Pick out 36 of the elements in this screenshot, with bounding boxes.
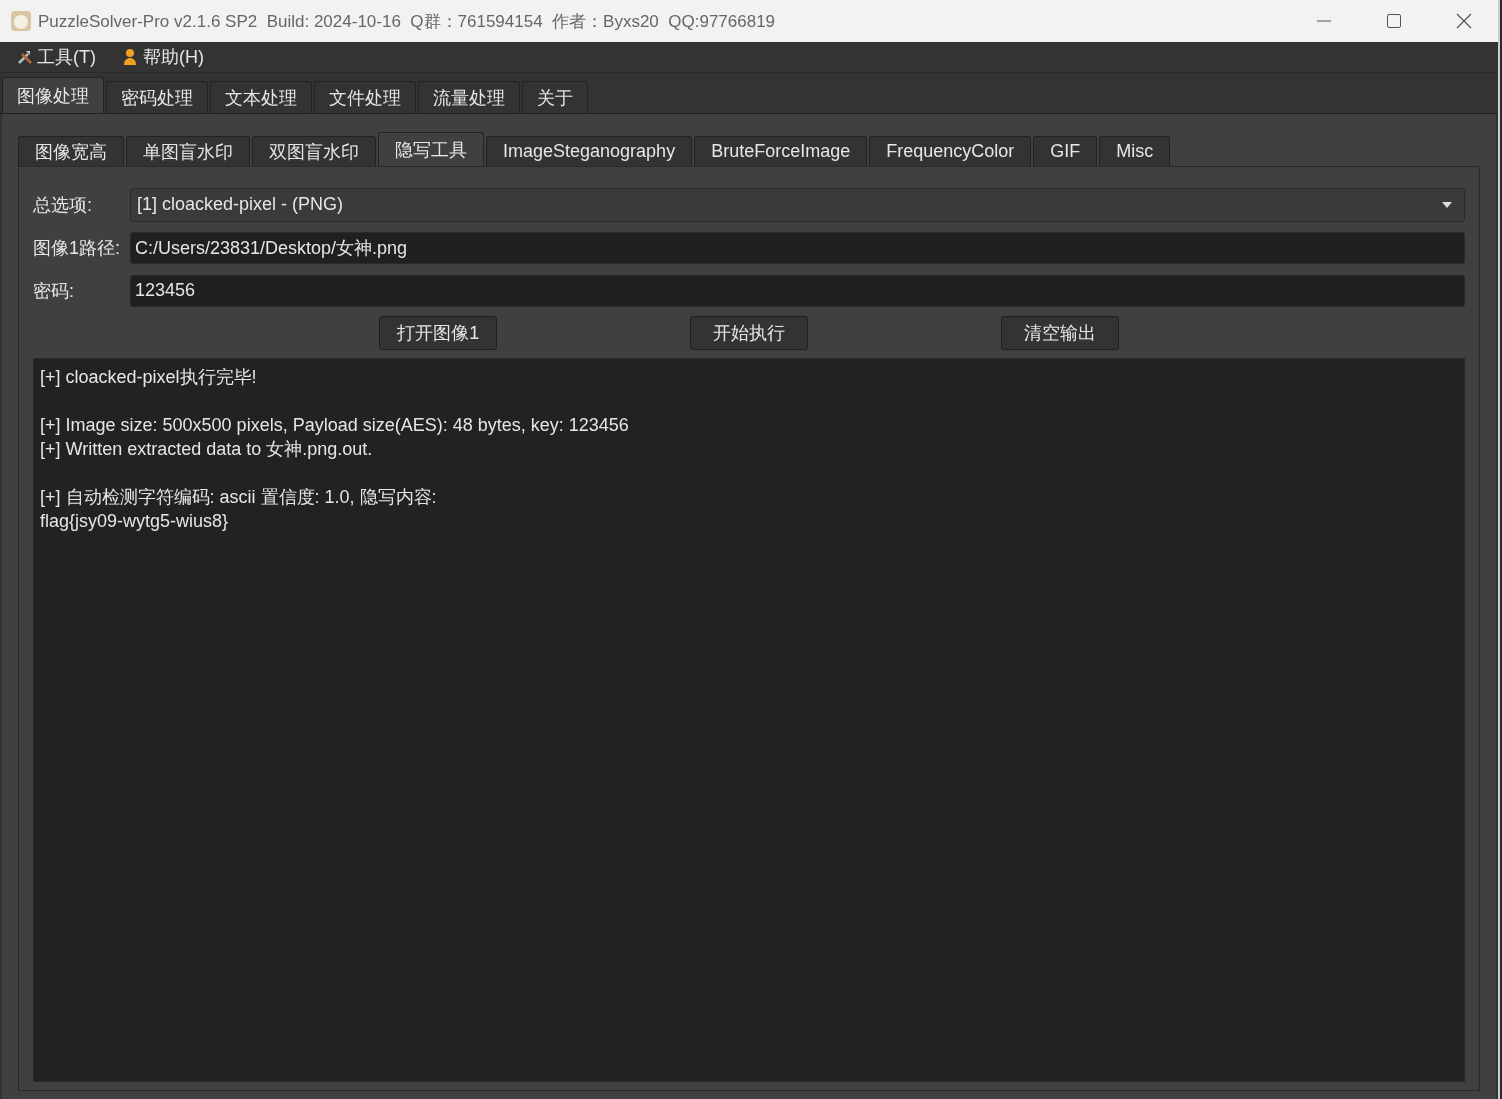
tab[interactable]: BruteForceImage bbox=[694, 136, 868, 166]
tools-icon bbox=[16, 48, 34, 66]
output-line: [+] Image size: 500x500 pixels, Payload size(AES): 48 bytes, key: 123456 bbox=[40, 414, 630, 437]
tab[interactable]: 文本处理 bbox=[210, 81, 312, 113]
tab[interactable]: 图像处理 bbox=[2, 77, 104, 113]
tab[interactable]: 流量处理 bbox=[418, 81, 520, 113]
tab[interactable]: 关于 bbox=[522, 81, 588, 113]
output-line: flag{jsy09-wytg5-wius8} bbox=[40, 510, 230, 533]
output-line: [+] 自动检测字符编码: ascii 置信度: 1.0, 隐写内容: bbox=[40, 486, 438, 509]
output-line: [+] Written extracted data to 女神.png.out. bbox=[40, 438, 374, 461]
tab[interactable]: GIF bbox=[1033, 136, 1098, 166]
tab[interactable]: 单图盲水印 bbox=[126, 136, 250, 166]
menu-item[interactable]: 帮助(H) bbox=[120, 45, 206, 69]
tab[interactable]: ImageSteganography bbox=[486, 136, 693, 166]
tab[interactable]: 密码处理 bbox=[106, 81, 208, 113]
window-title: PuzzleSolver-Pro v2.1.6 SP2 Build: 2024-10-16 Q群：761594154 作者：Byxs20 QQ:97766819 bbox=[38, 10, 776, 33]
tab[interactable]: FrequencyColor bbox=[869, 136, 1032, 166]
tab[interactable]: Misc bbox=[1099, 136, 1171, 166]
dropdown[interactable]: [1] cloacked-pixel - (PNG) bbox=[130, 187, 1465, 222]
tab[interactable]: 隐写工具 bbox=[378, 132, 484, 166]
output-line: [+] cloacked-pixel执行完毕! bbox=[40, 366, 258, 389]
field-label: 密码: bbox=[33, 279, 75, 303]
tab[interactable]: 双图盲水印 bbox=[252, 136, 376, 166]
field-label: 总选项: bbox=[33, 193, 93, 217]
menu-item[interactable]: 工具(T) bbox=[14, 45, 98, 69]
action-button[interactable]: 开始执行 bbox=[690, 316, 808, 350]
action-button[interactable]: 清空输出 bbox=[1000, 316, 1119, 350]
close-icon[interactable] bbox=[1456, 13, 1472, 29]
caret-icon bbox=[1442, 201, 1452, 208]
input-field[interactable]: C:/Users/23831/Desktop/女神.png bbox=[130, 231, 1465, 264]
field-label: 图像1路径: bbox=[33, 236, 121, 260]
tab[interactable]: 文件处理 bbox=[314, 81, 416, 113]
input-field[interactable]: 123456 bbox=[130, 274, 1465, 307]
tab[interactable]: 图像宽高 bbox=[18, 136, 124, 166]
maximize-icon[interactable] bbox=[1386, 13, 1402, 29]
action-button[interactable]: 打开图像1 bbox=[379, 316, 498, 350]
